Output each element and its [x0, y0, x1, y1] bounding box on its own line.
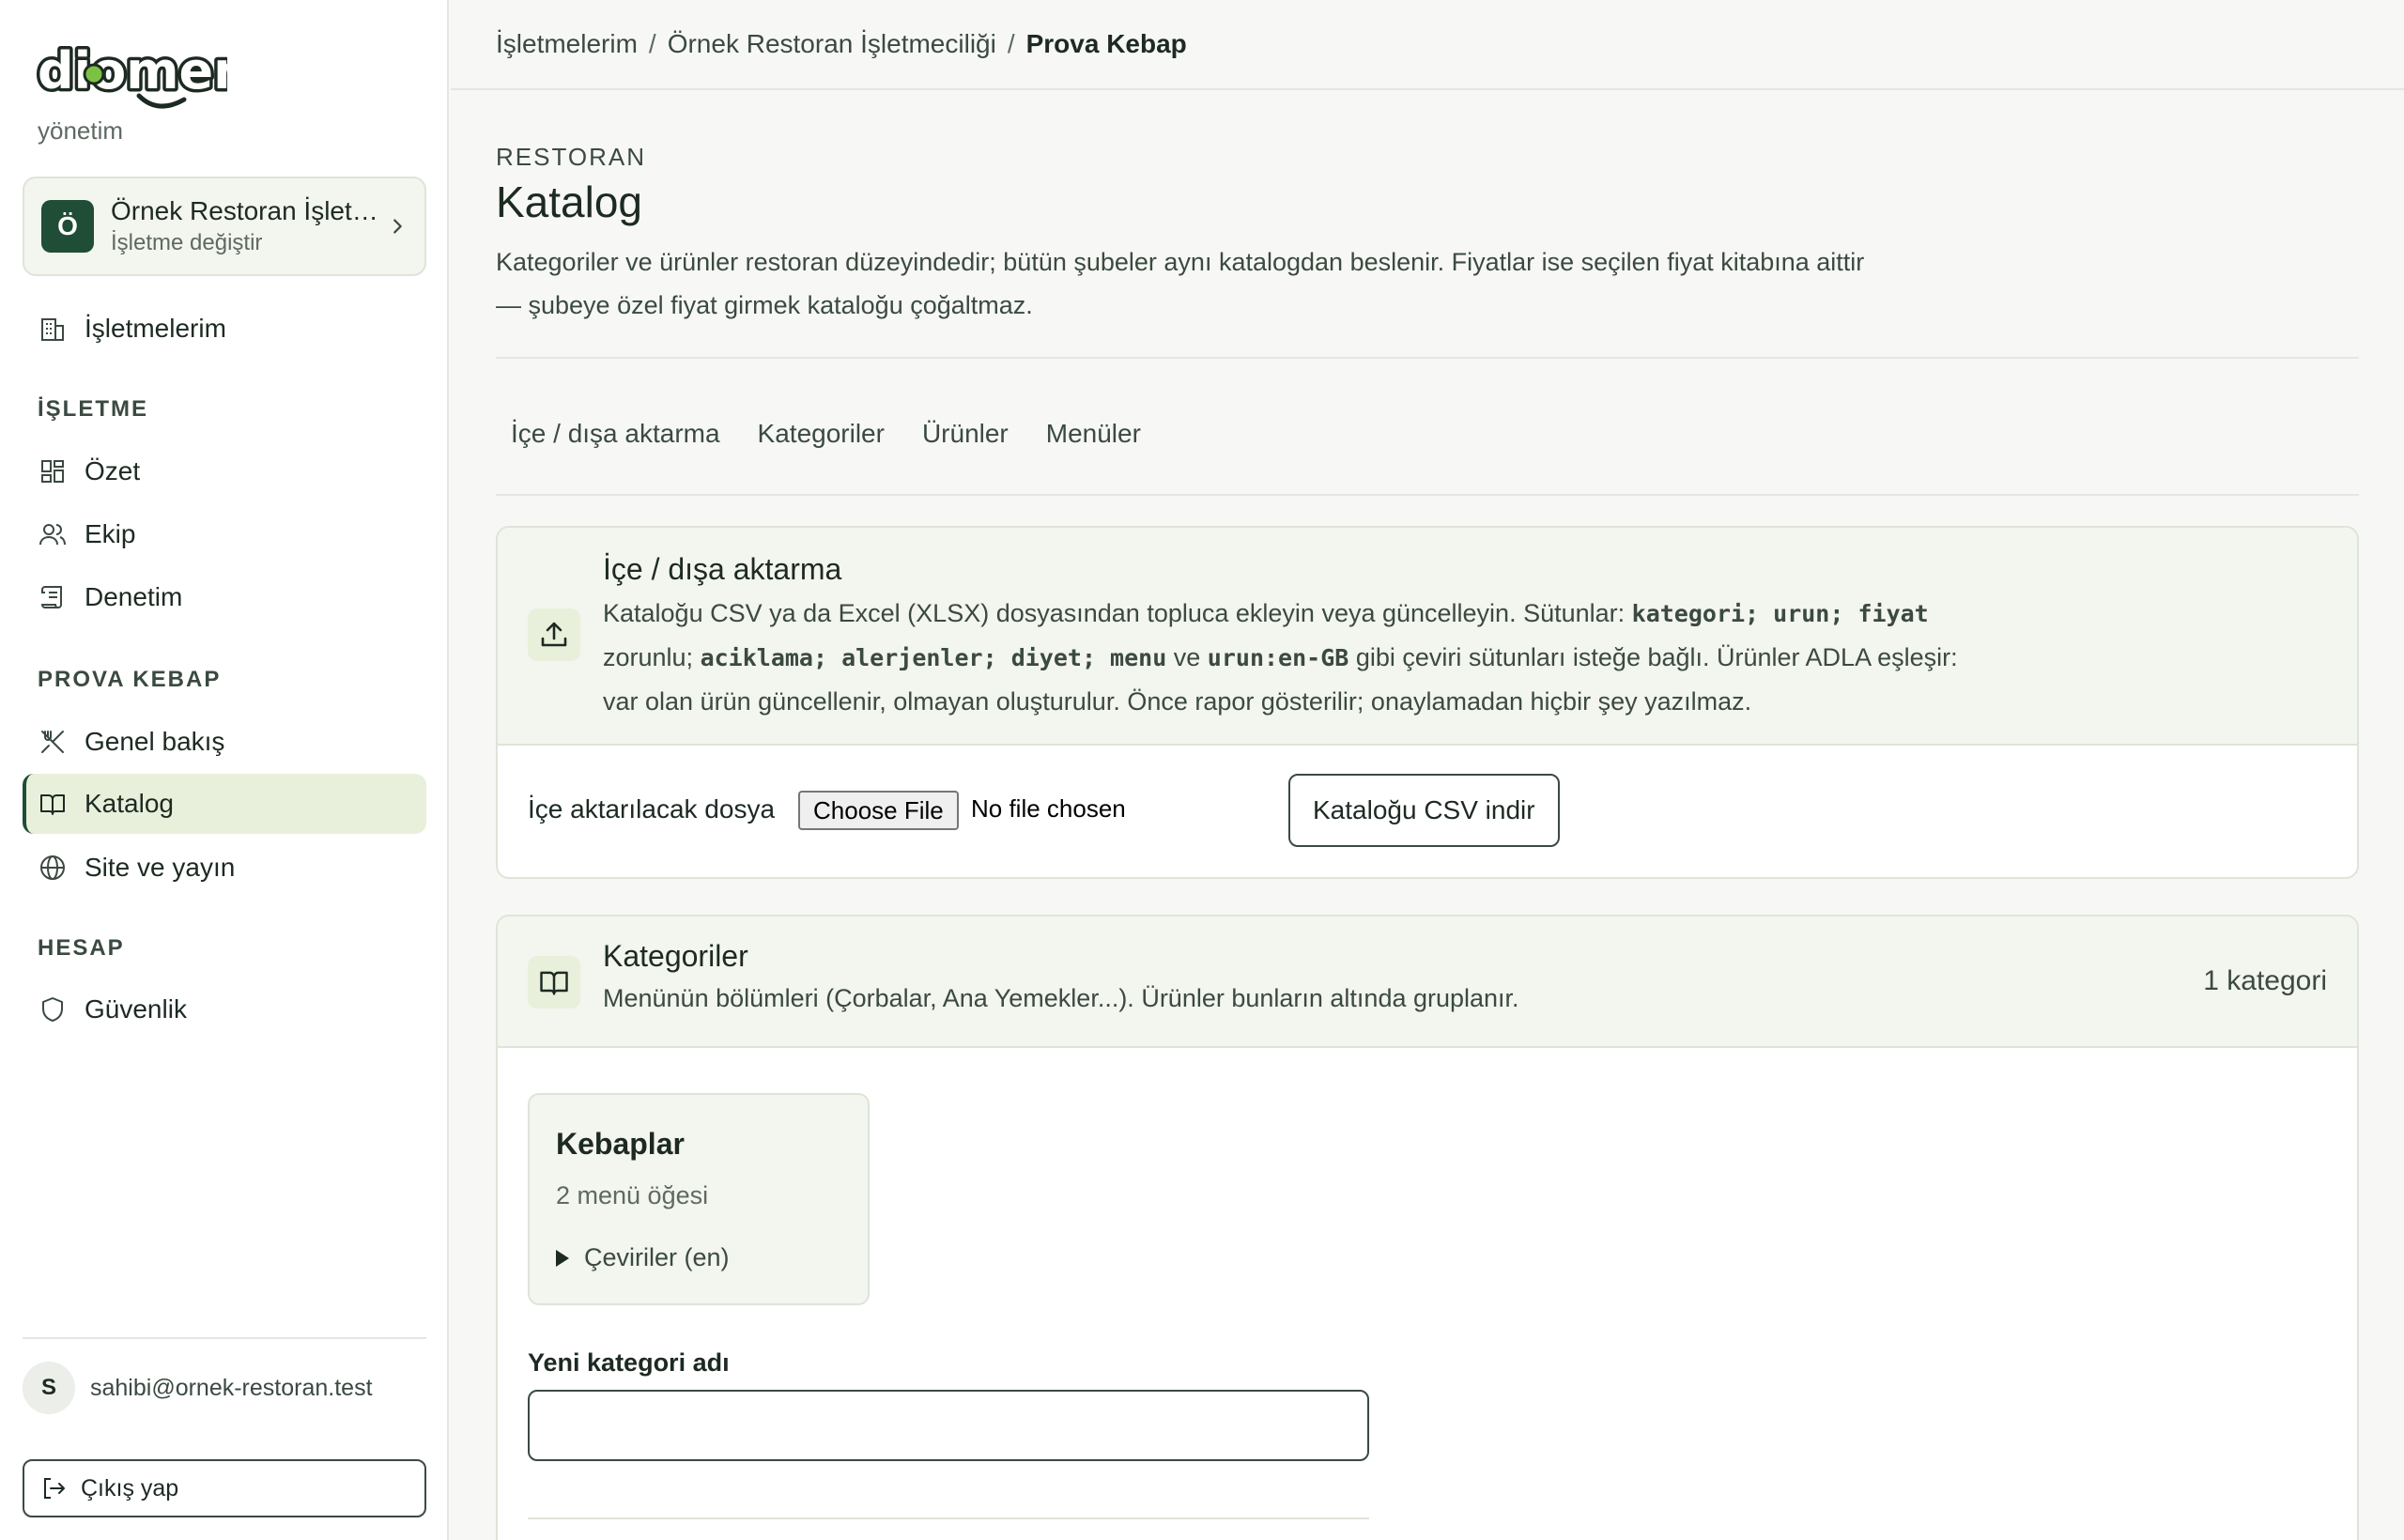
- chevron-right-icon: [393, 219, 402, 234]
- tab-kategoriler[interactable]: Kategoriler: [758, 419, 885, 449]
- tab-menuler[interactable]: Menüler: [1046, 419, 1141, 449]
- translations-label: Çeviriler (en): [584, 1243, 730, 1271]
- import-card-header: İçe / dışa aktarma Kataloğu CSV ya da Ex…: [498, 528, 2357, 746]
- book-open-icon: [528, 956, 580, 1009]
- sidebar-item-label: Genel bakış: [85, 727, 225, 756]
- categories-card-description: Menünün bölümleri (Çorbalar, Ana Yemekle…: [603, 984, 1519, 1012]
- breadcrumb-link-isletmelerim[interactable]: İşletmelerim: [496, 29, 638, 59]
- breadcrumb-separator: /: [648, 29, 656, 58]
- disclosure-triangle-icon: [556, 1249, 569, 1267]
- logo-subtitle: yönetim: [38, 116, 124, 145]
- import-desc-text: gibi çeviri sütunları isteğe bağlı. Ürün…: [1348, 643, 1958, 671]
- new-category-input[interactable]: [528, 1390, 1369, 1461]
- user-email: sahibi@ornek-restoran.test: [90, 1374, 373, 1401]
- scroll-icon: [40, 586, 62, 608]
- new-category-label: Yeni kategori adı: [528, 1348, 730, 1377]
- upload-icon: [528, 608, 580, 661]
- tab-ice-disa-aktarma[interactable]: İçe / dışa aktarma: [511, 419, 720, 449]
- page-description: Kategoriler ve ürünler restoran düzeyind…: [496, 248, 1865, 319]
- business-name: Örnek Restoran İşletmeciliği: [111, 196, 383, 225]
- utensils-icon: [41, 731, 64, 753]
- download-csv-button[interactable]: Kataloğu CSV indir: [1288, 774, 1560, 847]
- categories-card-title: Kategoriler: [603, 939, 748, 973]
- categories-card-header: Kategoriler Menünün bölümleri (Çorbalar,…: [498, 916, 2357, 1048]
- sidebar-item-label: Güvenlik: [85, 994, 187, 1024]
- sidebar-item-label: Site ve yayın: [85, 853, 236, 882]
- sidebar: diomenu diomenu yönetim Ö Örnek Restoran…: [0, 0, 449, 1540]
- globe-icon: [40, 855, 65, 880]
- import-card-title: İçe / dışa aktarma: [603, 552, 842, 586]
- dashboard-icon: [41, 460, 64, 483]
- file-status: No file chosen: [971, 794, 1126, 823]
- user-info: S sahibi@ornek-restoran.test: [23, 1362, 373, 1414]
- logout-button[interactable]: Çıkış yap: [23, 1459, 426, 1517]
- import-desc-text: zorunlu;: [603, 643, 701, 671]
- sidebar-item-site-ve-yayin[interactable]: Site ve yayın: [23, 838, 426, 898]
- sidebar-item-katalog[interactable]: Katalog: [23, 774, 426, 834]
- import-desc-text: ve: [1166, 643, 1208, 671]
- divider: [496, 494, 2359, 496]
- breadcrumb: İşletmelerim / Örnek Restoran İşletmecil…: [451, 0, 2404, 90]
- sidebar-item-label: Denetim: [85, 582, 183, 611]
- import-export-card: İçe / dışa aktarma Kataloğu CSV ya da Ex…: [496, 526, 2359, 879]
- user-avatar: S: [23, 1362, 75, 1414]
- breadcrumb-separator: /: [1007, 29, 1015, 58]
- category-name: Kebaplar: [556, 1127, 685, 1161]
- choose-file-button[interactable]: Choose File: [798, 791, 959, 830]
- translations-toggle[interactable]: Çeviriler (en): [556, 1243, 730, 1272]
- nav-section-hesap: HESAP: [38, 935, 125, 961]
- category-tile[interactable]: Kebaplar 2 menü öğesi Çeviriler (en): [528, 1093, 870, 1305]
- logo-mark: diomenu diomenu: [35, 38, 289, 109]
- logout-icon: [44, 1478, 65, 1499]
- categories-card: Kategoriler Menünün bölümleri (Çorbalar,…: [496, 915, 2359, 1540]
- import-card-body: İçe aktarılacak dosya Choose File No fil…: [498, 746, 2357, 877]
- breadcrumb-link-business[interactable]: Örnek Restoran İşletmeciliği: [668, 29, 996, 59]
- users-icon: [39, 524, 66, 546]
- sidebar-item-isletmelerim[interactable]: İşletmelerim: [23, 299, 426, 359]
- divider: [528, 1517, 1369, 1519]
- optional-columns-code: aciklama; alerjenler; diyet; menu: [700, 644, 1167, 671]
- business-switcher[interactable]: Ö Örnek Restoran İşletmeciliği İşletme d…: [23, 177, 426, 276]
- brand-logo[interactable]: diomenu diomenu: [35, 34, 289, 113]
- tab-urunler[interactable]: Ürünler: [922, 419, 1009, 449]
- page-eyebrow: RESTORAN: [496, 143, 646, 171]
- sidebar-item-ekip[interactable]: Ekip: [23, 504, 426, 564]
- nav-section-prova-kebap: PROVA KEBAP: [38, 667, 222, 692]
- section-tabs: İçe / dışa aktarma Kategoriler Ürünler M…: [511, 419, 1141, 449]
- sidebar-item-label: İşletmelerim: [85, 314, 226, 343]
- page-title: Katalog: [496, 177, 643, 226]
- category-count: 1 kategori: [2203, 965, 2327, 996]
- sidebar-item-label: Ekip: [85, 519, 136, 548]
- shield-icon: [42, 997, 63, 1022]
- sidebar-item-genel-bakis[interactable]: Genel bakış: [23, 712, 426, 772]
- divider: [496, 357, 2359, 359]
- import-desc-text: var olan ürün güncellenir, olmayan oluşt…: [603, 687, 1752, 716]
- logout-label: Çıkış yap: [81, 1474, 179, 1502]
- sidebar-item-label: Katalog: [85, 789, 174, 818]
- breadcrumb-current: Prova Kebap: [1025, 29, 1187, 58]
- nav-section-isletme: İŞLETME: [38, 396, 149, 422]
- sidebar-item-guvenlik[interactable]: Güvenlik: [23, 979, 426, 1040]
- sidebar-item-denetim[interactable]: Denetim: [23, 567, 426, 627]
- category-item-count: 2 menü öğesi: [556, 1181, 709, 1209]
- building-icon: [41, 318, 64, 341]
- import-card-description: Kataloğu CSV ya da Excel (XLSX) dosyasın…: [603, 592, 2011, 723]
- categories-card-body: Kebaplar 2 menü öğesi Çeviriler (en) Yen…: [498, 1048, 2357, 1540]
- business-avatar: Ö: [41, 200, 94, 253]
- file-input-label: İçe aktarılacak dosya: [528, 794, 776, 824]
- business-switch-label: İşletme değiştir: [111, 230, 263, 255]
- sidebar-item-label: Özet: [85, 456, 141, 485]
- import-desc-text: Kataloğu CSV ya da Excel (XLSX) dosyasın…: [603, 599, 1632, 627]
- sidebar-item-ozet[interactable]: Özet: [23, 441, 426, 501]
- translation-column-code: urun:en-GB: [1207, 644, 1349, 671]
- book-open-icon: [40, 794, 65, 815]
- svg-text:diomenu: diomenu: [38, 41, 227, 100]
- required-columns-code: kategori; urun; fiyat: [1631, 600, 1929, 627]
- sidebar-divider: [23, 1337, 426, 1339]
